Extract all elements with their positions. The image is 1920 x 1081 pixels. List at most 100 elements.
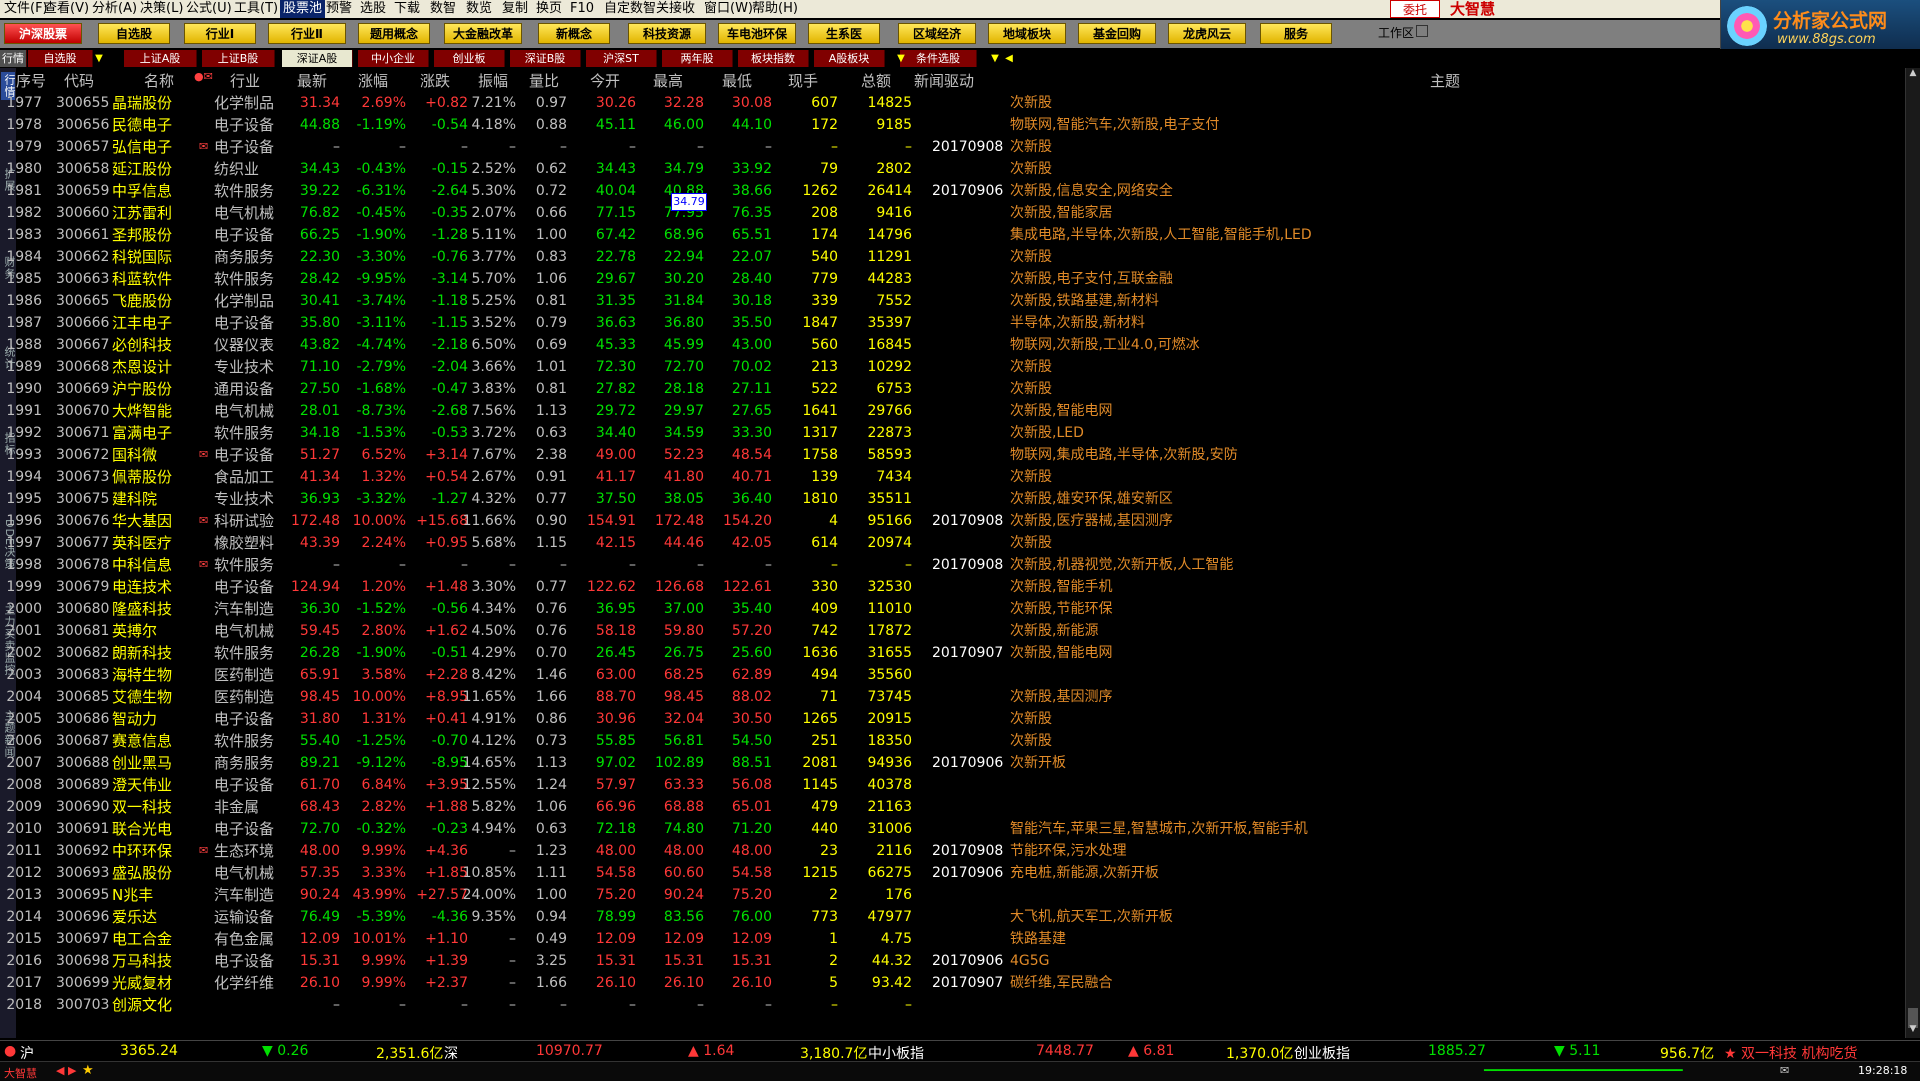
table-row[interactable]: 2016 300698 万马科技 电子设备 15.31 9.99% +1.39 – 3.25 15… [6,950,1906,972]
table-row[interactable]: 2005 300686 智动力 电子设备 31.80 1.31% +0.41 4.91% 0.8… [6,708,1906,730]
tab-dropdown-icon[interactable]: ▼ [896,51,906,66]
market-tab[interactable]: 条件选股 [900,50,977,67]
table-row[interactable]: 1997 300677 英科医疗 橡胶塑料 43.39 2.24% +0.95 5.68% 1.… [6,532,1906,554]
col-seq[interactable]: 序号 [16,70,46,91]
table-row[interactable]: 1991 300670 大烨智能 电气机械 28.01 -8.73% -2.68 7.56% 1… [6,400,1906,422]
table-row[interactable]: 1995 300675 建科院 专业技术 36.93 -3.32% -1.27 4.32% 0.… [6,488,1906,510]
col-high[interactable]: 最高 [653,70,683,91]
table-row[interactable]: 2015 300697 电工合金 有色金属 12.09 10.01% +1.10 – 0.49 1… [6,928,1906,950]
table-row[interactable]: 2006 300687 赛意信息 软件服务 55.40 -1.25% -0.70 4.12% 0… [6,730,1906,752]
table-row[interactable]: 1996 300676 华大基因 ✉ 科研试验 172.48 10.00% +15.68 11.… [6,510,1906,532]
menu-item[interactable]: 下载 [394,0,420,18]
menu-item[interactable]: 换页 [536,0,562,18]
market-tab[interactable]: 自选股 [28,50,93,67]
table-row[interactable]: 1982 300660 江苏雷利 电气机械 76.82 -0.45% -0.35 2.07% 0… [6,202,1906,224]
menu-item[interactable]: 查看(V) [44,0,89,18]
table-row[interactable]: 2008 300689 澄天伟业 电子设备 61.70 6.84% +3.95 12.55% 1… [6,774,1906,796]
table-row[interactable]: 2012 300693 盛弘股份 电气机械 57.35 3.33% +1.85 10.85% 1… [6,862,1906,884]
menu-item[interactable]: 数智 [430,0,456,18]
market-tab[interactable]: A股板块 [814,50,885,67]
menu-item[interactable]: 关接收 [656,0,695,18]
tab-dropdown-icon[interactable]: ▼ [990,51,1000,66]
workspace-label[interactable]: 工作区 [1378,24,1414,41]
table-row[interactable]: 1994 300673 佩蒂股份 食品加工 41.34 1.32% +0.54 2.67% 0.… [6,466,1906,488]
tab-dropdown-icon[interactable]: ▼ [94,51,104,66]
table-row[interactable]: 2013 300695 N兆丰 汽车制造 90.24 43.99% +27.57 24.00%… [6,884,1906,906]
market-tab[interactable]: 沪深ST [586,50,657,67]
market-tab[interactable]: 中小企业 [358,50,429,67]
status-ticker[interactable]: ★ 双一科技 机构吃货 [1724,1043,1857,1063]
menu-item[interactable]: 复制 [502,0,528,18]
scroll-up-icon[interactable]: ▲ [1906,68,1920,82]
toolbar-button[interactable]: 题用概念 [358,23,430,44]
col-low[interactable]: 最低 [722,70,752,91]
scroll-down-icon[interactable]: ▼ [1906,1024,1920,1038]
table-row[interactable]: 2009 300690 双一科技 非金属 68.43 2.82% +1.88 5.82% 1.0… [6,796,1906,818]
menu-item[interactable]: 文件(F) [4,0,48,18]
col-news[interactable]: 新闻驱动 [914,70,974,91]
table-row[interactable]: 2004 300685 艾德生物 医药制造 98.45 10.00% +8.95 11.65%… [6,686,1906,708]
table-row[interactable]: 1978 300656 民德电子 电子设备 44.88 -1.19% -0.54 4.18% 0… [6,114,1906,136]
table-row[interactable]: 2011 300692 中环环保 ✉ 生态环境 48.00 9.99% +4.36 – 1.23 4… [6,840,1906,862]
col-hand[interactable]: 现手 [788,70,818,91]
table-row[interactable]: 1999 300679 电连技术 电子设备 124.94 1.20% +1.48 3.30% 0… [6,576,1906,598]
table-row[interactable]: 2007 300688 创业黑马 商务服务 89.21 -9.12% -8.95 14.65%… [6,752,1906,774]
toolbar-button[interactable]: 车电池环保 [718,23,796,44]
menu-item[interactable]: F10 [570,0,594,18]
menu-item[interactable]: 预警 [326,0,352,18]
table-row[interactable]: 1992 300671 富满电子 软件服务 34.18 -1.53% -0.53 3.72% 0… [6,422,1906,444]
menu-item[interactable]: 自定数智 [604,0,656,18]
table-row[interactable]: 2000 300680 隆盛科技 汽车制造 36.30 -1.52% -0.56 4.34% 0… [6,598,1906,620]
market-tab[interactable]: 行情 [0,50,27,67]
table-row[interactable]: 1993 300672 国科微 ✉ 电子设备 51.27 6.52% +3.14 7.67% 2.… [6,444,1906,466]
col-code[interactable]: 代码 [64,70,94,91]
menu-item[interactable]: 选股 [360,0,386,18]
table-row[interactable]: 2002 300682 朗新科技 软件服务 26.28 -1.90% -0.51 4.29% 0… [6,642,1906,664]
toolbar-button[interactable]: 地域板块 [988,23,1066,44]
bottom-brand[interactable]: 大智慧 [4,1065,37,1081]
table-row[interactable]: 1987 300666 江丰电子 电子设备 35.80 -3.11% -1.15 3.52% 0… [6,312,1906,334]
menu-item[interactable]: 公式(U) [186,0,232,18]
table-row[interactable]: 1984 300662 科锐国际 商务服务 22.30 -3.30% -0.76 3.77% 0… [6,246,1906,268]
col-amp[interactable]: 振幅 [478,70,508,91]
table-row[interactable]: 1986 300665 飞鹿股份 化学制品 30.41 -3.74% -1.18 5.25% 0… [6,290,1906,312]
col-last[interactable]: 最新 [297,70,327,91]
table-row[interactable]: 1988 300667 必创科技 仪器仪表 43.82 -4.74% -2.18 6.50% 0… [6,334,1906,356]
table-row[interactable]: 1998 300678 中科信息 ✉ 软件服务 – – – – – – – – – – 20170908 次新股… [6,554,1906,576]
table-row[interactable]: 1989 300668 杰恩设计 专业技术 71.10 -2.79% -2.04 3.66% 1… [6,356,1906,378]
table-row[interactable]: 2018 300703 创源文化 – – – – – – – – – – [6,994,1906,1016]
menu-item[interactable]: 帮助(H) [752,0,798,18]
toolbar-button[interactable]: 大金融改革 [444,23,522,44]
col-open[interactable]: 今开 [590,70,620,91]
market-tab[interactable]: 深证A股 [282,50,353,67]
menu-item[interactable]: 窗口(W) [704,0,753,18]
mail-icon[interactable]: ✉ [1780,1064,1789,1077]
col-vr[interactable]: 量比 [529,70,559,91]
col-total[interactable]: 总额 [861,70,891,91]
bottom-nav-icon[interactable]: ◀ ▶ [56,1064,76,1077]
menu-item[interactable]: 数览 [466,0,492,18]
star-icon[interactable]: ★ [82,1063,94,1078]
menu-item[interactable]: 分析(A) [92,0,137,18]
market-tab[interactable]: 上证A股 [124,50,197,67]
toolbar-button[interactable]: 科技资源 [628,23,706,44]
table-row[interactable]: 2017 300699 光威复材 化学纤维 26.10 9.99% +2.37 – 1.66 26… [6,972,1906,994]
col-industry[interactable]: 行业 [230,70,260,91]
col-theme[interactable]: 主题 [1430,70,1460,91]
col-chg[interactable]: 涨跌 [420,70,450,91]
table-row[interactable]: 1979 300657 弘信电子 ✉ 电子设备 – – – – – – – – – – 20170908 次新股 [6,136,1906,158]
vertical-scrollbar[interactable]: ▲ ▼ [1905,68,1920,1038]
col-name[interactable]: 名称 [144,70,174,91]
toolbar-button[interactable]: 行业Ⅰ [184,23,256,44]
col-pct[interactable]: 涨幅 [358,70,388,91]
table-row[interactable]: 2010 300691 联合光电 电子设备 72.70 -0.32% -0.23 4.94% 0… [6,818,1906,840]
table-row[interactable]: 1990 300669 沪宁股份 通用设备 27.50 -1.68% -0.47 3.83% 0… [6,378,1906,400]
toolbar-button[interactable]: 基金回购 [1078,23,1156,44]
toolbar-button[interactable]: 自选股 [98,23,170,44]
table-row[interactable]: 2001 300681 英搏尔 电气机械 59.45 2.80% +1.62 4.50% 0.7… [6,620,1906,642]
toolbar-button[interactable]: 新概念 [538,23,610,44]
toolbar-button[interactable]: 区域经济 [898,23,976,44]
toolbar-button[interactable]: 龙虎风云 [1168,23,1246,44]
toolbar-button[interactable]: 服务 [1260,23,1332,44]
table-row[interactable]: 1980 300658 延江股份 纺织业 34.43 -0.43% -0.15 2.52% 0.… [6,158,1906,180]
